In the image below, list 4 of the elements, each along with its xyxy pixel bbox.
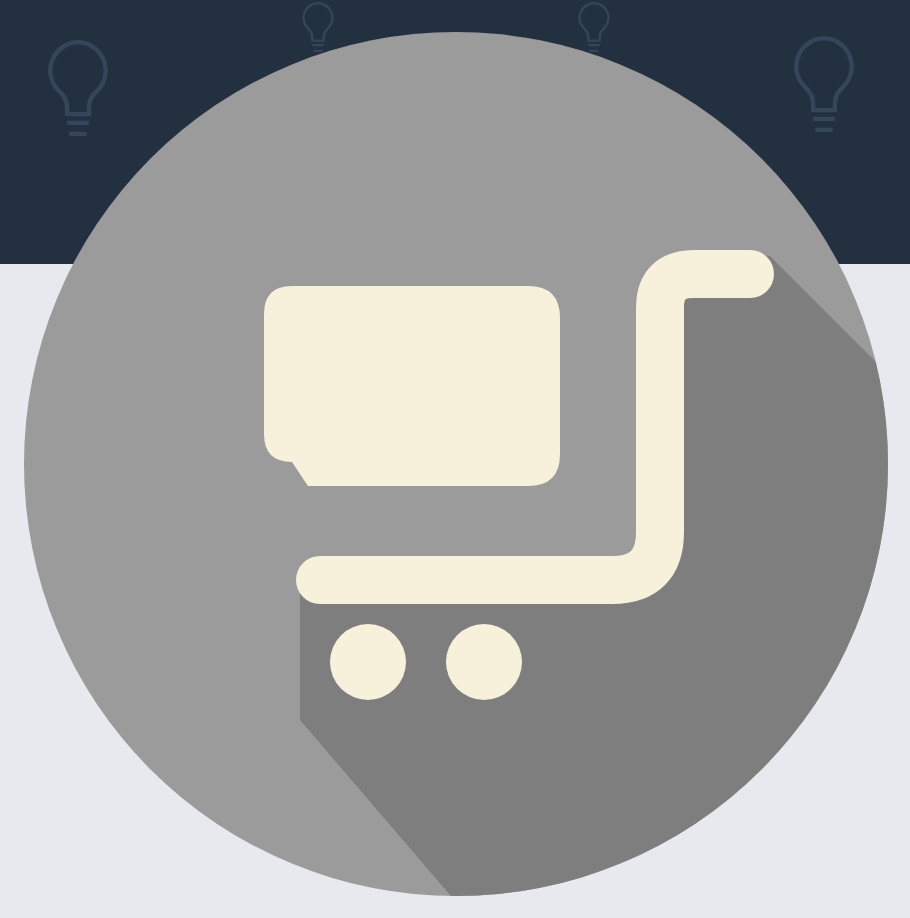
lightbulb-icon	[44, 40, 112, 136]
lightbulb-icon	[790, 36, 858, 132]
lightbulb-icon	[300, 2, 336, 52]
lightbulb-icon	[576, 2, 612, 52]
